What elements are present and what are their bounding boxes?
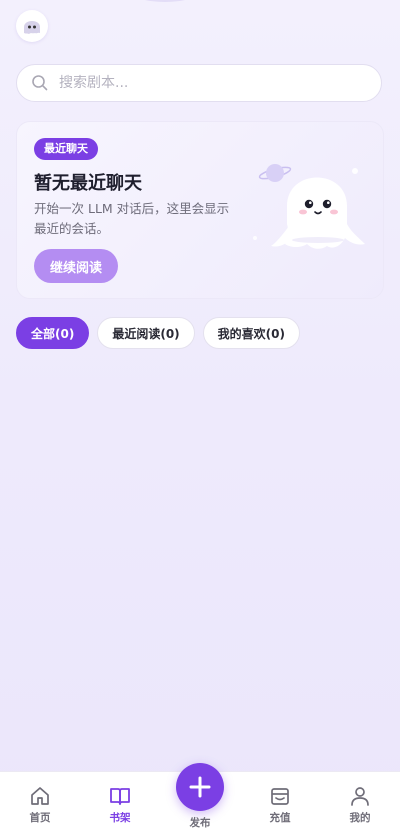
continue-reading-button[interactable]: 继续阅读	[34, 249, 118, 283]
plus-icon	[189, 776, 211, 798]
tab-shelf-label: 书架	[109, 812, 131, 824]
publish-button[interactable]	[176, 763, 224, 811]
card-description: 开始一次 LLM 对话后，这里会显示最近的会话。	[34, 201, 230, 236]
wallet-icon	[271, 788, 289, 805]
tab-recharge-label: 充值	[269, 812, 291, 824]
recent-chat-badge: 最近聊天	[34, 138, 98, 160]
book-icon	[110, 788, 130, 805]
filter-recent-read[interactable]: 最近阅读(0)	[97, 317, 195, 349]
tab-home-label: 首页	[29, 812, 51, 824]
card-title: 暂无最近聊天	[34, 173, 142, 194]
filter-my-favorites[interactable]: 我的喜欢(0)	[202, 317, 300, 349]
tab-mine[interactable]: 我的	[330, 772, 390, 832]
tab-shelf[interactable]: 书架	[90, 772, 150, 832]
header-decoration	[130, 0, 200, 2]
home-icon	[31, 787, 49, 805]
ghost-illustration	[247, 158, 375, 268]
avatar[interactable]	[16, 10, 48, 42]
search-bar[interactable]	[16, 64, 382, 102]
tab-recharge[interactable]: 充值	[250, 772, 310, 832]
search-input[interactable]	[57, 74, 341, 92]
ghost-avatar-icon	[24, 21, 40, 34]
filter-all[interactable]: 全部(0)	[16, 317, 90, 349]
search-icon	[32, 75, 48, 91]
user-icon	[351, 787, 369, 806]
tab-home[interactable]: 首页	[10, 772, 70, 832]
recent-chat-card: 最近聊天 暂无最近聊天 开始一次 LLM 对话后，这里会显示最近的会话。 继续阅…	[16, 121, 384, 299]
publish-label: 发布	[189, 817, 211, 829]
tab-mine-label: 我的	[349, 812, 371, 824]
filter-tabs: 全部(0) 最近阅读(0) 我的喜欢(0)	[16, 317, 300, 349]
